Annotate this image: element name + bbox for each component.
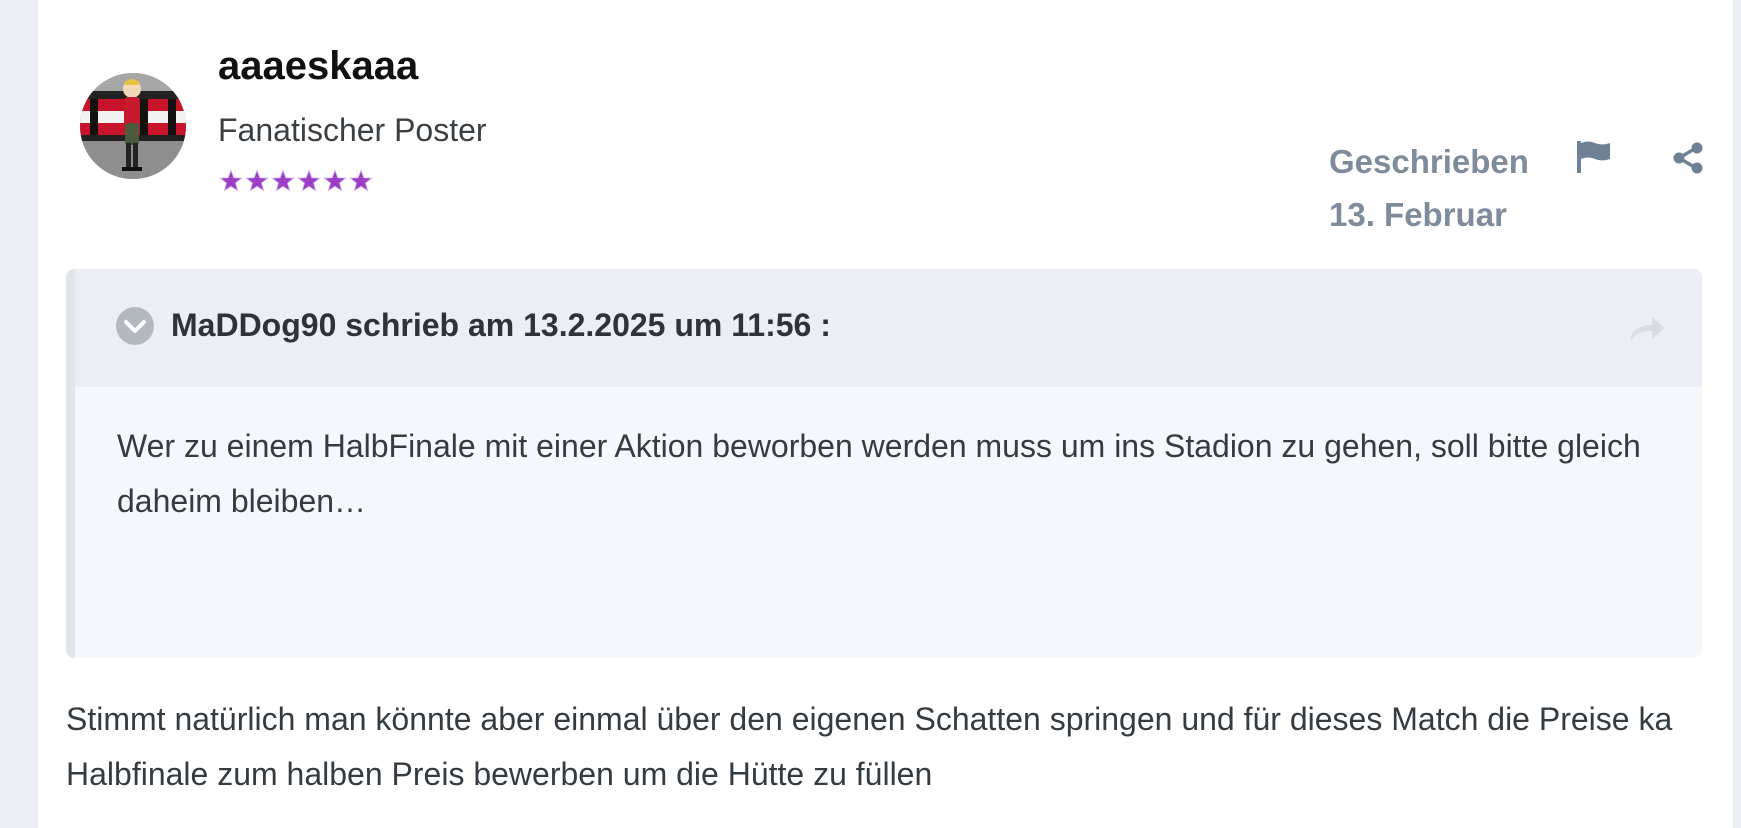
post-date[interactable]: Geschrieben 13. Februar: [1329, 135, 1529, 241]
post-date-value: 13. Februar: [1329, 196, 1507, 233]
star-icon: [270, 168, 296, 192]
flag-icon[interactable]: [1576, 140, 1612, 174]
chevron-down-icon[interactable]: [115, 306, 155, 346]
share-icon[interactable]: [1672, 142, 1704, 174]
quote-citation: MaDDog90 schrieb am 13.2.2025 um 11:56 :: [171, 307, 831, 343]
star-icon: [218, 168, 244, 192]
quote-block: MaDDog90 schrieb am 13.2.2025 um 11:56 :…: [66, 269, 1702, 658]
avatar[interactable]: [80, 73, 186, 179]
forum-post: aaaeskaaa Fanatischer Poster Geschrieben…: [38, 0, 1733, 828]
star-icon: [244, 168, 270, 192]
star-icon: [348, 168, 374, 192]
quote-header: MaDDog90 schrieb am 13.2.2025 um 11:56 :: [75, 269, 1702, 387]
author-name[interactable]: aaaeskaaa: [218, 44, 418, 89]
star-icon: [322, 168, 348, 192]
reply-arrow-icon[interactable]: [1628, 313, 1666, 343]
rank-stars: [218, 168, 374, 198]
author-rank: Fanatischer Poster: [218, 112, 487, 148]
post-body: Stimmt natürlich man könnte aber einmal …: [66, 701, 1673, 792]
quote-text: Wer zu einem HalbFinale mit einer Aktion…: [117, 428, 1641, 519]
written-label: Geschrieben: [1329, 143, 1529, 180]
star-icon: [296, 168, 322, 192]
